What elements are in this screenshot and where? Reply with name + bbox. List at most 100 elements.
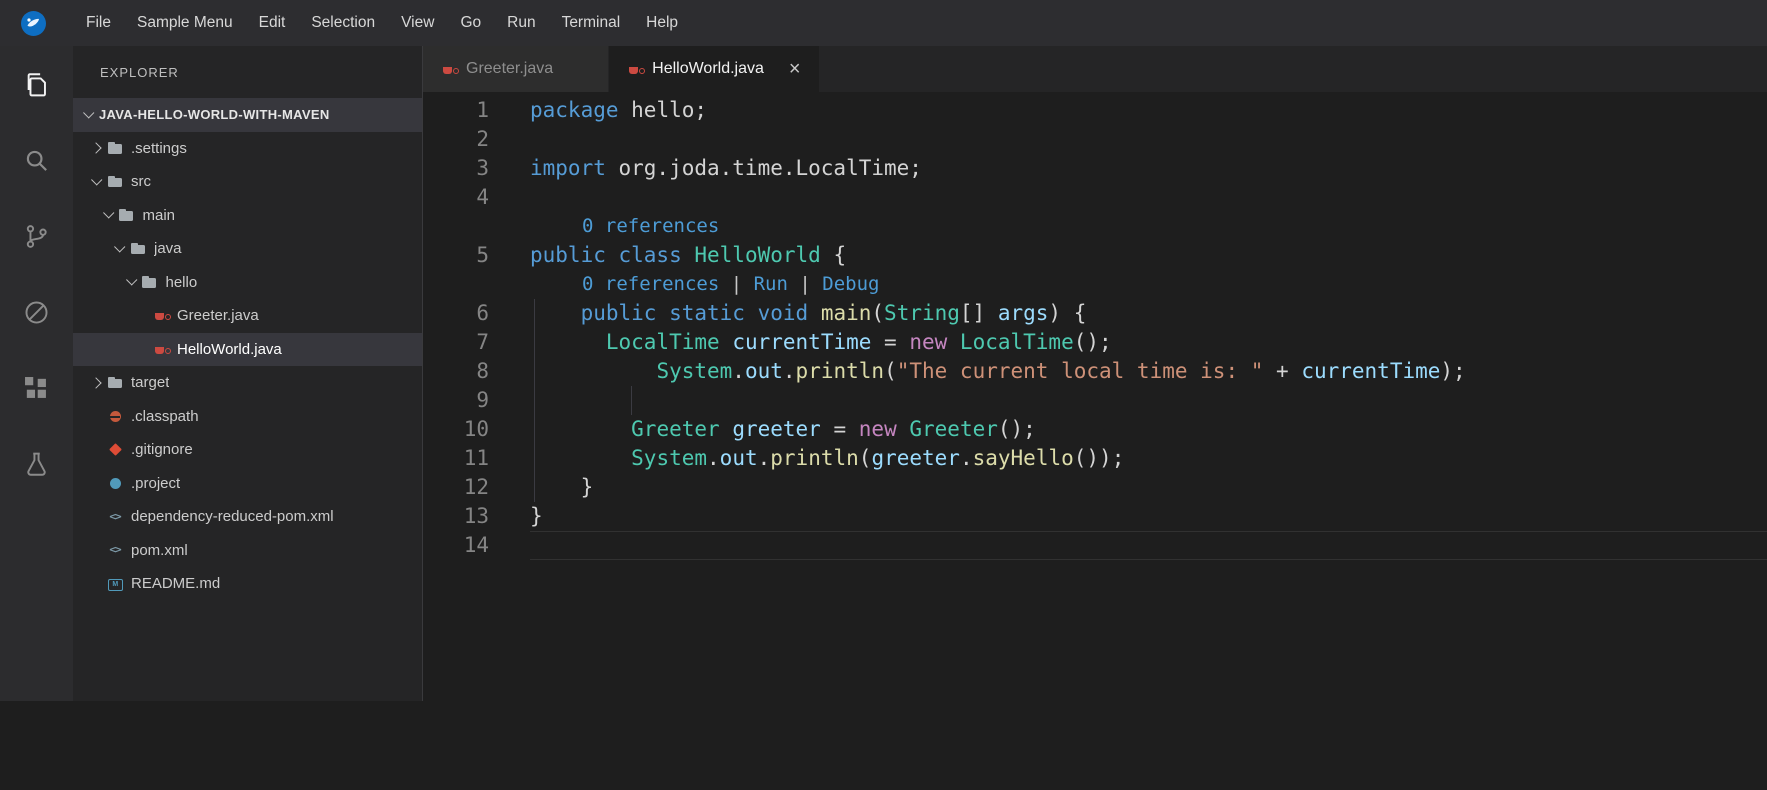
menu-go[interactable]: Go — [447, 0, 494, 46]
tree-item-main[interactable]: main — [73, 199, 422, 233]
codelens-debug-link[interactable]: Debug — [822, 273, 879, 295]
git-file-icon — [107, 442, 123, 458]
tree-item-label: README.md — [131, 575, 221, 593]
tree-item-label: .project — [131, 474, 181, 492]
menu-view[interactable]: View — [388, 0, 447, 46]
line-number[interactable]: 6 — [423, 299, 489, 328]
tree-item-greeter-java[interactable]: Greeter.java — [73, 299, 422, 333]
code-token: . — [732, 359, 745, 383]
tree-item-dependency-reduced-pom-xml[interactable]: dependency-reduced-pom.xml — [73, 500, 422, 534]
code-line[interactable]: 5 public class HelloWorld { — [423, 241, 1767, 270]
line-number[interactable]: 10 — [423, 415, 489, 444]
java-file-icon — [153, 308, 171, 324]
tab-helloworld-java[interactable]: HelloWorld.java × — [609, 46, 820, 92]
tree-item-target[interactable]: target — [73, 366, 422, 400]
code-line[interactable]: 3 import org.joda.time.LocalTime; — [423, 154, 1767, 183]
tree-item-gitignore[interactable]: .gitignore — [73, 433, 422, 467]
code-line[interactable]: 1 package hello; — [423, 96, 1767, 125]
line-number[interactable] — [423, 270, 489, 299]
code-line[interactable]: 10 Greeter greeter = new Greeter(); — [423, 415, 1767, 444]
activity-debug-disabled[interactable] — [0, 274, 73, 350]
folder-icon — [130, 241, 146, 257]
line-number[interactable]: 7 — [423, 328, 489, 357]
line-number[interactable] — [423, 212, 489, 241]
menu-help[interactable]: Help — [633, 0, 691, 46]
line-number[interactable]: 4 — [423, 183, 489, 212]
folder-icon — [119, 207, 135, 223]
tree-item-settings[interactable]: .settings — [73, 132, 422, 166]
menu-edit[interactable]: Edit — [246, 0, 299, 46]
tree-item-label: java — [154, 240, 182, 258]
chevron-down-icon — [102, 207, 114, 219]
code-token: System — [631, 446, 708, 470]
menu-sample-menu[interactable]: Sample Menu — [124, 0, 246, 46]
indent-guide — [631, 386, 632, 415]
tree-item-label: src — [131, 173, 151, 191]
line-number[interactable]: 13 — [423, 502, 489, 531]
menu-terminal[interactable]: Terminal — [549, 0, 634, 46]
code-line[interactable]: 14 — [423, 531, 1767, 560]
tree-item-readme-md[interactable]: README.md — [73, 567, 422, 601]
code-line[interactable]: 13} — [423, 502, 1767, 531]
code-token: main — [820, 301, 872, 325]
code-line[interactable]: 4 — [423, 183, 1767, 212]
line-number[interactable]: 12 — [423, 473, 489, 502]
application-window: File Sample Menu Edit Selection View Go Run Ter… — [0, 0, 1767, 701]
workbench: EXPLORER JAVA-HELLO-WORLD-WITH-MAVEN .se… — [0, 46, 1767, 701]
app-logo-icon — [20, 10, 47, 37]
line-number[interactable]: 1 — [423, 96, 489, 125]
tree-item-project[interactable]: .project — [73, 467, 422, 501]
tree-item-java[interactable]: java — [73, 232, 422, 266]
indent-guide — [534, 299, 535, 328]
code-token: . — [757, 446, 771, 470]
activity-search[interactable] — [0, 122, 73, 198]
tab-greeter-java[interactable]: Greeter.java — [423, 46, 610, 92]
line-number[interactable]: 8 — [423, 357, 489, 386]
close-icon[interactable]: × — [789, 59, 801, 79]
code-editor[interactable]: 1 package hello; 2 3 import org.joda.time.Lo… — [423, 92, 1767, 701]
tree-item-label: target — [131, 374, 170, 392]
activity-explorer[interactable] — [0, 46, 73, 122]
line-number[interactable]: 5 — [423, 241, 489, 270]
code-line[interactable]: 12 } — [423, 473, 1767, 502]
line-number[interactable]: 14 — [423, 531, 489, 560]
code-line[interactable]: 9 — [423, 386, 1767, 415]
code-token: ) { — [1048, 301, 1087, 325]
menu-selection[interactable]: Selection — [298, 0, 388, 46]
activity-testing[interactable] — [0, 426, 73, 502]
codelens-run-link[interactable]: Run — [754, 273, 788, 295]
tree-item-helloworld-java[interactable]: HelloWorld.java — [73, 332, 422, 366]
code-line[interactable]: 2 — [423, 125, 1767, 154]
tree-item-project-root[interactable]: JAVA-HELLO-WORLD-WITH-MAVEN — [73, 98, 422, 132]
tree-item-pom-xml[interactable]: pom.xml — [73, 534, 422, 568]
activity-source-control[interactable] — [0, 198, 73, 274]
tab-label: HelloWorld.java — [652, 60, 764, 77]
java-file-icon — [627, 61, 645, 77]
line-content: public static void main(String[] args) { — [530, 299, 1767, 328]
code-token: greeter — [732, 417, 821, 441]
line-number[interactable]: 11 — [423, 444, 489, 473]
code-line[interactable]: 6 public static void main(String[] args)… — [423, 299, 1767, 328]
tree-item-label: hello — [165, 273, 198, 291]
code-line[interactable]: 11 System.out.println(greeter.sayHello()… — [423, 444, 1767, 473]
code-line[interactable]: 8 System.out.println("The current local … — [423, 357, 1767, 386]
menu-file[interactable]: File — [73, 0, 124, 46]
line-number[interactable]: 9 — [423, 386, 489, 415]
line-number[interactable]: 3 — [423, 154, 489, 183]
indent-guide — [534, 473, 535, 502]
indent-guide — [534, 328, 535, 357]
tree-item-src[interactable]: src — [73, 165, 422, 199]
indent-guide — [534, 444, 535, 473]
chevron-right-icon — [90, 142, 102, 154]
line-number[interactable]: 2 — [423, 125, 489, 154]
code-line[interactable]: 7 LocalTime currentTime = new LocalTime(… — [423, 328, 1767, 357]
line-content — [530, 386, 1767, 415]
menu-run[interactable]: Run — [494, 0, 548, 46]
tree-item-classpath[interactable]: .classpath — [73, 400, 422, 434]
tree-item-hello[interactable]: hello — [73, 266, 422, 300]
activity-extensions[interactable] — [0, 350, 73, 426]
code-token: org.joda.time.LocalTime; — [605, 156, 922, 180]
